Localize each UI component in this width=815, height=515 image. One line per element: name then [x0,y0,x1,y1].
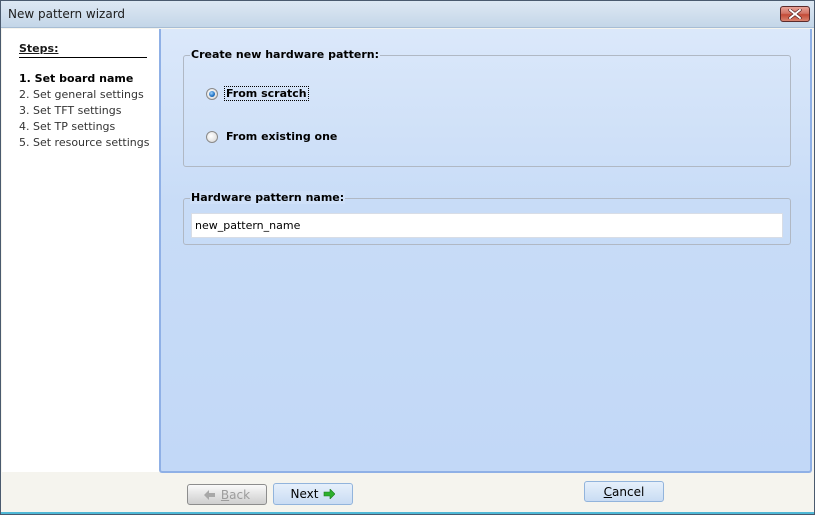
pattern-name-input[interactable] [191,213,783,238]
step-item-set-general-settings: 2. Set general settings [19,88,144,101]
create-pattern-group: Create new hardware pattern: From scratc… [183,48,791,167]
arrow-left-icon [203,489,215,500]
next-button-label: Next [290,487,319,501]
cancel-button[interactable]: Cancel [584,481,664,502]
cancel-button-label: Cancel [603,484,645,499]
step-item-set-tft-settings: 3. Set TFT settings [19,104,122,117]
radio-from-scratch-label: From scratch [224,86,309,101]
close-button[interactable] [780,6,810,22]
close-icon [788,9,802,19]
window-bottom-border [1,512,814,514]
steps-sidebar: Steps: 1. Set board name 2. Set general … [2,29,159,472]
pattern-name-group: Hardware pattern name: [183,191,791,245]
radio-button-checked[interactable] [206,87,218,100]
next-button[interactable]: Next [273,483,353,505]
window-title: New pattern wizard [8,7,126,21]
step-item-set-resource-settings: 5. Set resource settings [19,136,150,149]
arrow-right-icon [324,489,336,499]
main-panel: Create new hardware pattern: From scratc… [159,29,812,473]
pattern-name-legend: Hardware pattern name: [190,191,346,204]
create-pattern-legend: Create new hardware pattern: [190,48,380,61]
back-button[interactable]: Back [187,484,267,505]
step-item-set-tp-settings: 4. Set TP settings [19,120,116,133]
steps-heading: Steps: [19,42,147,58]
title-bar[interactable]: New pattern wizard [1,1,814,28]
wizard-window: New pattern wizard Steps: 1. Set board n… [0,0,815,515]
steps-list: 1. Set board name 2. Set general setting… [19,71,150,151]
radio-button-unchecked[interactable] [206,130,218,143]
step-item-set-board-name: 1. Set board name [19,72,134,85]
radio-from-scratch[interactable]: From scratch [206,86,309,101]
radio-from-existing-label: From existing one [226,130,338,143]
back-button-label: Back [220,487,251,502]
radio-from-existing[interactable]: From existing one [206,130,338,143]
